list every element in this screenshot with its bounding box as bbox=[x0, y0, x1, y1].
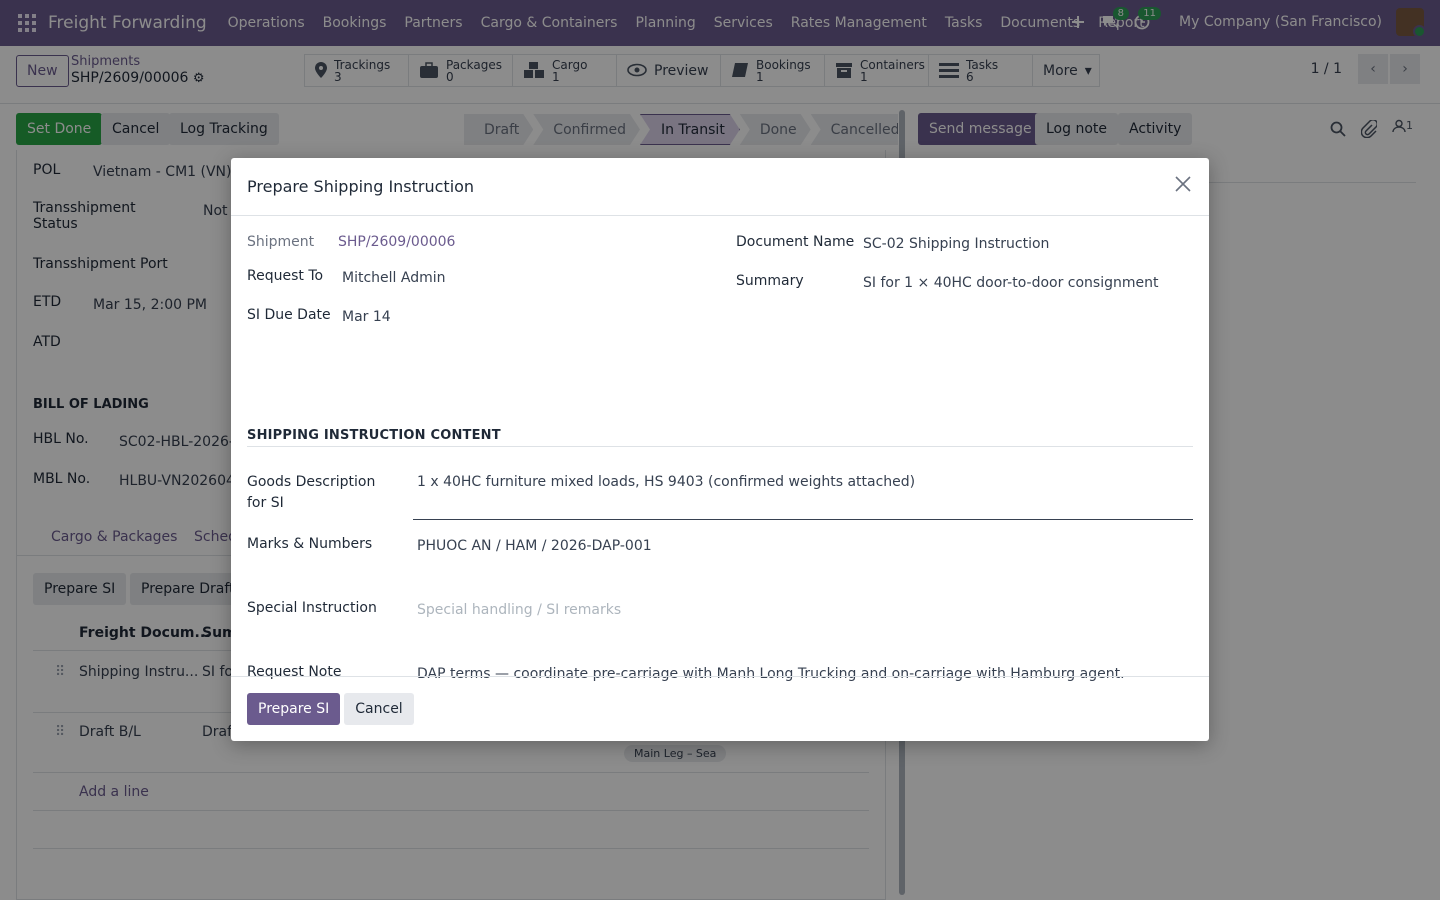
modal-backdrop-top bbox=[0, 0, 1440, 104]
marks-numbers-field[interactable]: PHUOC AN / HAM / 2026-DAP-001 bbox=[417, 538, 652, 554]
summary-label: Summary bbox=[736, 273, 804, 289]
request-to-label: Request To bbox=[247, 268, 324, 284]
special-instruction-field[interactable]: Special handling / SI remarks bbox=[417, 602, 621, 618]
special-instruction-label: Special Instruction bbox=[247, 600, 377, 616]
section-title: SHIPPING INSTRUCTION CONTENT bbox=[247, 428, 501, 443]
shipment-link[interactable]: SHP/2609/00006 bbox=[338, 234, 455, 250]
goods-field-underline bbox=[413, 519, 1193, 520]
marks-numbers-label: Marks & Numbers bbox=[247, 536, 373, 552]
dialog-body: Shipment SHP/2609/00006 Request To Mitch… bbox=[231, 216, 1209, 682]
summary-field[interactable]: SI for 1 × 40HC door-to-door consignment bbox=[863, 275, 1158, 291]
goods-description-field[interactable]: 1 x 40HC furniture mixed loads, HS 9403 … bbox=[417, 474, 915, 490]
prepare-si-dialog: Prepare Shipping Instruction Shipment SH… bbox=[231, 158, 1209, 741]
document-name-field[interactable]: SC-02 Shipping Instruction bbox=[863, 236, 1049, 252]
section-divider bbox=[247, 446, 1193, 447]
prepare-si-button[interactable]: Prepare SI bbox=[247, 693, 341, 725]
goods-description-label: Goods Description for SI bbox=[247, 474, 376, 511]
dialog-header: Prepare Shipping Instruction bbox=[231, 158, 1209, 216]
dialog-title: Prepare Shipping Instruction bbox=[247, 177, 475, 196]
shipment-label: Shipment bbox=[247, 234, 315, 250]
dialog-cancel-button[interactable]: Cancel bbox=[344, 693, 414, 725]
document-name-label: Document Name bbox=[736, 234, 855, 250]
si-due-date-label: SI Due Date bbox=[247, 307, 331, 323]
request-to-field[interactable]: Mitchell Admin bbox=[342, 270, 446, 286]
dialog-footer: Prepare SI Cancel bbox=[231, 676, 1209, 741]
si-due-date-field[interactable]: Mar 14 bbox=[342, 309, 391, 325]
close-icon[interactable] bbox=[1175, 176, 1195, 196]
